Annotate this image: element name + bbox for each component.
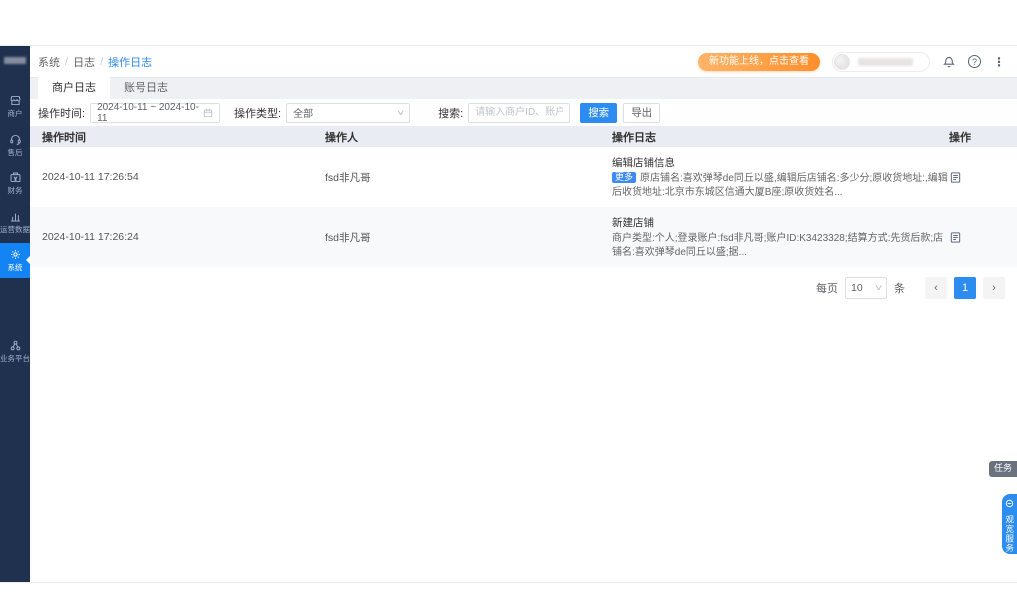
finance-icon (9, 171, 22, 184)
date-range-value: 2024-10-11 ~ 2024-10-11 (97, 101, 199, 124)
more-tag[interactable]: 更多 (612, 172, 637, 183)
table-row: 2024-10-11 17:26:24 fsd非凡哥 新建店铺 商户类型:个人;… (30, 207, 1017, 267)
sidebar: 商户 售后 财务 运营数据 系统 业务平台 (0, 46, 30, 582)
table-header: 操作时间 操作人 操作日志 操作 (30, 126, 1017, 147)
operation-type-value: 全部 (293, 109, 314, 120)
customer-service-icon (1005, 495, 1014, 513)
sidebar-item-merchant[interactable]: 商户 (0, 89, 30, 124)
cell-action (949, 171, 1009, 184)
export-button[interactable]: 导出 (623, 102, 661, 123)
help-icon[interactable]: ? (968, 55, 981, 68)
sidebar-item-label: 财务 (7, 186, 23, 195)
breadcrumb-operation-log: 操作日志 (108, 56, 153, 69)
bar-chart-icon (9, 210, 22, 223)
avatar (834, 53, 850, 70)
sidebar-item-business-platform[interactable]: 业务平台 (0, 334, 30, 369)
sidebar-item-label: 售后 (7, 147, 23, 157)
log-detail: 商户类型:个人;登录账户:fsd非凡哥;账户ID:K3423328;结算方式:先… (612, 233, 944, 258)
cell-operator: fsd非凡哥 (325, 171, 371, 184)
username-redacted (858, 57, 913, 66)
log-title: 新建店铺 (612, 217, 654, 229)
storefront-icon (9, 94, 22, 107)
tab-account-log[interactable]: 账号日志 (110, 77, 182, 99)
operation-type-select[interactable]: 全部 ˅ (286, 102, 411, 123)
breadcrumb-system[interactable]: 系统 (38, 54, 60, 70)
date-range-picker[interactable]: 2024-10-11 ~ 2024-10-11 (90, 101, 221, 124)
page-1-button[interactable]: 1 (954, 277, 976, 299)
col-operation-log: 操作日志 (612, 131, 656, 144)
cell-log: 编辑店铺信息 更多 原店铺名:喜欢弹琴de同丘以盛,编辑后店铺名:多少分;原收货地… (612, 155, 949, 199)
col-action: 操作 (949, 131, 971, 144)
sidebar-item-aftersale[interactable]: 售后 (0, 128, 30, 163)
table-row: 2024-10-11 17:26:54 fsd非凡哥 编辑店铺信息 更多 原店铺名… (30, 147, 1017, 207)
gear-icon (9, 248, 22, 261)
sidebar-item-label: 商户 (7, 109, 23, 118)
more-menu-icon[interactable]: ⋮ (993, 56, 1005, 68)
breadcrumb-log[interactable]: 日志 (73, 54, 95, 70)
chevron-down-icon: ˅ (874, 283, 883, 293)
view-detail-icon[interactable] (949, 171, 962, 184)
time-filter-label: 操作时间: (38, 107, 86, 120)
cell-action (949, 231, 1009, 244)
unit-label: 条 (894, 283, 905, 295)
col-operator: 操作人 (325, 131, 358, 144)
breadcrumb-separator: / (100, 55, 104, 68)
notification-bell-icon[interactable] (942, 55, 956, 69)
prev-page-button[interactable]: ‹ (925, 277, 947, 299)
customer-service-float-tab[interactable]: 观宽服务 (1002, 494, 1017, 554)
per-page-label: 每页 (816, 283, 838, 295)
sidebar-nav: 商户 售后 财务 运营数据 系统 业务平台 (0, 89, 30, 368)
sidebar-item-system[interactable]: 系统 (0, 243, 30, 278)
pagination: 每页 10 ˅ 条 ‹ 1 › (30, 267, 1017, 299)
chevron-down-icon: ˅ (396, 107, 405, 118)
log-tabs: 商户日志 账号日志 (30, 77, 1017, 99)
calendar-icon (203, 108, 213, 118)
search-input[interactable] (468, 102, 571, 123)
col-operation-time: 操作时间 (42, 131, 86, 144)
log-title: 编辑店铺信息 (612, 157, 675, 169)
app-logo (4, 53, 26, 67)
logo-text-blurred (4, 56, 26, 64)
page-size-select[interactable]: 10 ˅ (845, 277, 887, 299)
breadcrumb-separator: / (65, 55, 69, 68)
sidebar-item-label: 运营数据 (0, 224, 30, 234)
platform-nodes-icon (9, 339, 22, 352)
tab-merchant-log[interactable]: 商户日志 (38, 77, 110, 99)
topbar-right: 新功能上线，点击查看 ? ⋮ (698, 51, 1005, 72)
cell-time: 2024-10-11 17:26:24 (42, 231, 139, 243)
search-button[interactable]: 搜索 (580, 102, 618, 123)
page-size-value: 10 (851, 282, 863, 294)
user-account-pill[interactable] (832, 51, 930, 72)
next-page-button[interactable]: › (983, 277, 1005, 299)
sidebar-item-operations-data[interactable]: 运营数据 (0, 205, 30, 240)
log-detail: 更多 原店铺名:喜欢弹琴de同丘以盛,编辑后店铺名:多少分;原收货地址:,编辑后收… (612, 172, 948, 198)
service-tab-label: 观宽服务 (1004, 515, 1015, 553)
top-bar: 系统 / 日志 / 操作日志 新功能上线，点击查看 ? ⋮ (30, 46, 1017, 77)
task-float-tag[interactable]: 任务 (988, 461, 1017, 477)
new-feature-banner[interactable]: 新功能上线，点击查看 (698, 52, 820, 71)
view-detail-icon[interactable] (949, 231, 962, 244)
headset-icon (9, 133, 22, 146)
page: 商户 售后 财务 运营数据 系统 业务平台 系统 / 日志 / 操作日志 新功能… (0, 0, 1017, 606)
main-content: 系统 / 日志 / 操作日志 新功能上线，点击查看 ? ⋮ 商户日志 账号日志 … (30, 46, 1017, 582)
app-window: 商户 售后 财务 运营数据 系统 业务平台 系统 / 日志 / 操作日志 新功能… (0, 45, 1017, 583)
sidebar-item-label: 系统 (7, 263, 23, 272)
sidebar-item-label: 业务平台 (0, 353, 30, 363)
type-filter-label: 操作类型: (234, 107, 282, 120)
search-label: 搜索: (438, 107, 464, 120)
operation-log-table: 操作时间 操作人 操作日志 操作 2024-10-11 17:26:54 fsd… (30, 126, 1017, 267)
filter-bar: 操作时间: 2024-10-11 ~ 2024-10-11 操作类型: 全部 ˅… (30, 99, 1017, 126)
cell-operator: fsd非凡哥 (325, 231, 371, 244)
sidebar-item-finance[interactable]: 财务 (0, 166, 30, 201)
cell-time: 2024-10-11 17:26:54 (42, 171, 139, 183)
breadcrumb: 系统 / 日志 / 操作日志 (38, 54, 152, 70)
cell-log: 新建店铺 商户类型:个人;登录账户:fsd非凡哥;账户ID:K3423328;结… (612, 215, 949, 259)
